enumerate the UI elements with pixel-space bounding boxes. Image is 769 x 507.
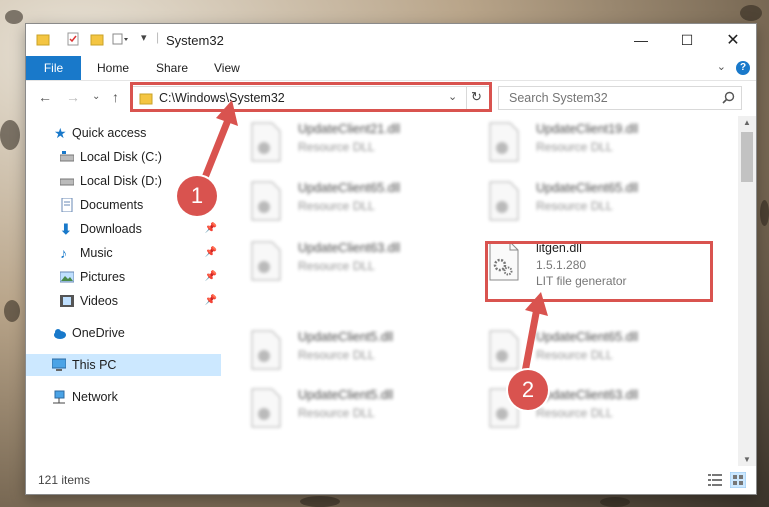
step-1-badge: 1 xyxy=(177,176,217,216)
annotation-arrows xyxy=(196,100,548,376)
step-2-badge: 2 xyxy=(508,370,548,410)
